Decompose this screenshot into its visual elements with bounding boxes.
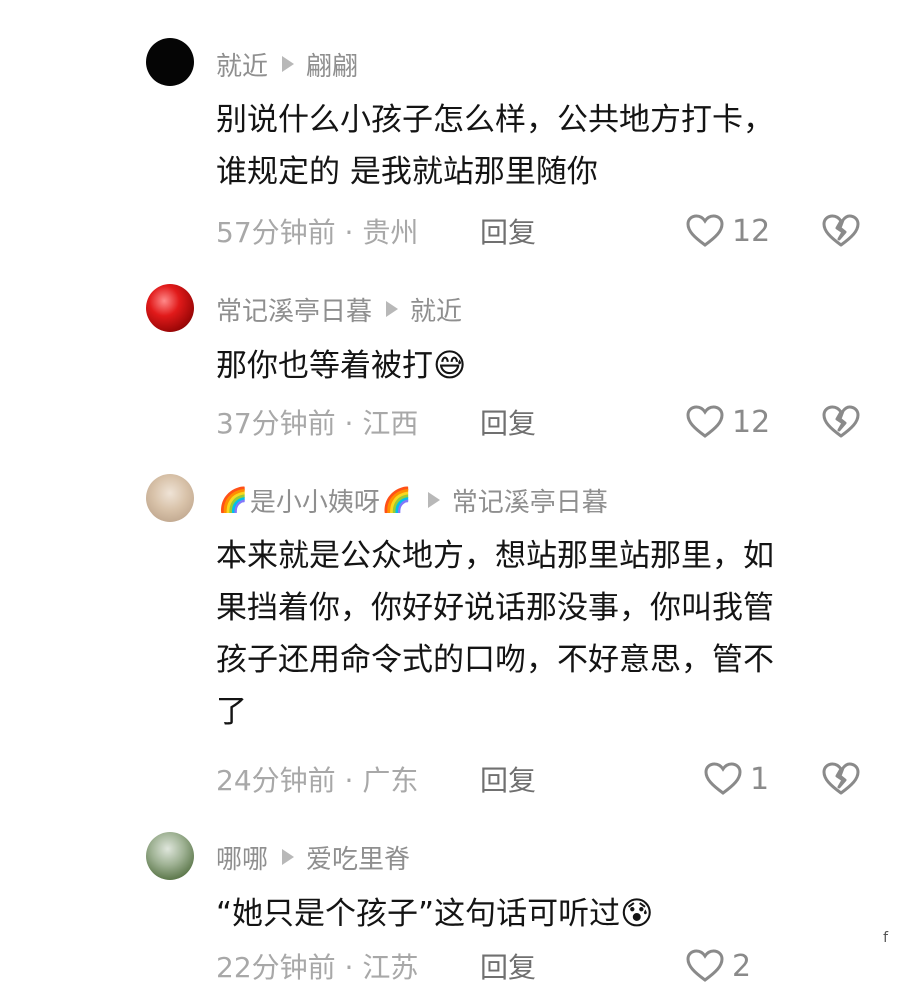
comment-text: 别说什么小孩子怎么样，公共地方打卡， 谁规定的 是我就站那里随你 [216,102,774,190]
reply-to-username[interactable]: 常记溪亭日暮 [452,482,608,519]
comment-username-row: 🌈 是小小姨呀 🌈 常记溪亭日暮 [216,480,608,520]
reply-arrow-icon [386,301,399,317]
rainbow-emoji: 🌈 [381,486,412,514]
like-button[interactable]: 12 [686,402,770,442]
like-count: 2 [732,948,752,984]
rainbow-emoji: 🌈 [218,486,248,514]
watermark: f [883,930,888,946]
reply-to-username[interactable]: 爱吃里脊 [306,839,410,876]
comment-text: 本来就是公众地方，想站那里站那里，如 果挡着你，你好好说话那没事，你叫我管 孩子… [216,538,774,730]
avatar[interactable] [146,38,194,86]
like-button[interactable]: 12 [686,211,770,251]
dislike-button[interactable] [822,211,860,251]
like-count: 1 [750,761,770,797]
reply-button[interactable]: 回复 [480,759,536,799]
dislike-button[interactable] [822,759,860,799]
like-button[interactable]: 1 [704,759,769,799]
reply-button[interactable]: 回复 [480,211,536,251]
avatar[interactable] [146,284,194,332]
comment-text: “她只是个孩子”这句话可听过😰 [216,887,866,940]
comment-username-row: 常记溪亭日暮 就近 [216,289,462,329]
like-count: 12 [732,404,771,440]
broken-heart-icon [822,214,860,247]
like-count: 12 [732,213,771,249]
reply-arrow-icon [282,56,295,72]
comment-time-location: 37分钟前 · 江西 [216,407,419,440]
comment-time-location: 57分钟前 · 贵州 [216,216,419,249]
reply-button[interactable]: 回复 [480,946,536,986]
comment-text-body: “她只是个孩子”这句话可听过 [216,896,621,932]
reply-to-username[interactable]: 翩翩 [306,46,358,83]
heart-icon [686,949,724,982]
broken-heart-icon [822,405,860,438]
heart-icon [686,214,724,247]
comment-username-row: 就近 翩翩 [216,44,358,84]
comment-text-body: 那你也等着被打 [216,348,433,384]
avatar[interactable] [146,474,194,522]
comment-username-row: 哪哪 爱吃里脊 [216,837,410,877]
reply-to-username[interactable]: 就近 [410,291,462,328]
username[interactable]: 是小小姨呀 [250,482,380,519]
broken-heart-icon [822,762,860,795]
heart-icon [686,405,724,438]
reply-button[interactable]: 回复 [480,402,536,442]
username[interactable]: 就近 [216,46,268,83]
like-button[interactable]: 2 [686,946,751,986]
username[interactable]: 常记溪亭日暮 [216,291,372,328]
comment-time-location: 22分钟前 · 江苏 [216,951,419,984]
username[interactable]: 哪哪 [216,839,268,876]
comment-time-location: 24分钟前 · 广东 [216,764,419,797]
reply-arrow-icon [282,849,295,865]
grinning-sweat-emoji: 😅 [433,346,467,384]
avatar[interactable] [146,832,194,880]
comment-text: 那你也等着被打😅 [216,339,866,392]
reply-arrow-icon [427,492,440,508]
heart-icon [704,762,742,795]
anxious-sweat-emoji: 😰 [620,894,654,932]
dislike-button[interactable] [822,402,860,442]
